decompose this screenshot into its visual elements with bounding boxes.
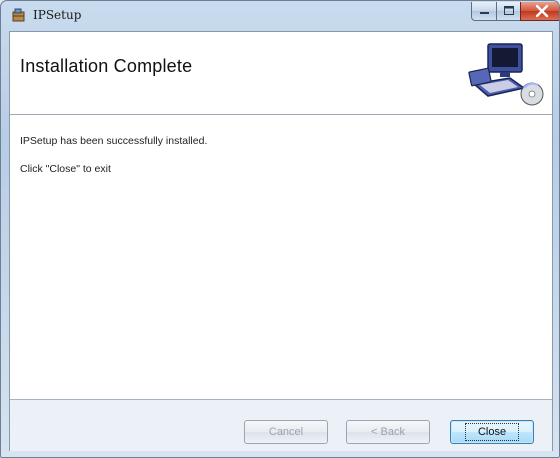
close-icon bbox=[535, 4, 549, 18]
maximize-button[interactable] bbox=[496, 2, 522, 21]
setup-box-icon bbox=[11, 7, 27, 23]
minimize-icon bbox=[480, 12, 489, 14]
button-bar: Cancel < Back Close bbox=[10, 399, 552, 451]
dialog-client-area: Installation Complete IPSetup has been s… bbox=[9, 31, 553, 451]
back-button[interactable]: < Back bbox=[346, 420, 430, 444]
maximize-icon bbox=[504, 6, 514, 15]
close-button-label: Close bbox=[464, 423, 520, 441]
close-window-button[interactable] bbox=[520, 2, 559, 21]
computer-install-icon bbox=[466, 40, 546, 108]
window-title: IPSetup bbox=[33, 8, 82, 22]
title-bar[interactable]: IPSetup bbox=[1, 1, 559, 31]
exit-instruction: Click "Close" to exit bbox=[20, 163, 111, 175]
success-message: IPSetup has been successfully installed. bbox=[20, 135, 208, 147]
page-title: Installation Complete bbox=[20, 56, 193, 76]
installer-window: IPSetup Installation Complete IPSetup ha… bbox=[0, 0, 560, 458]
header-banner: Installation Complete bbox=[10, 32, 552, 115]
cancel-button[interactable]: Cancel bbox=[244, 420, 328, 444]
message-area: IPSetup has been successfully installed.… bbox=[10, 115, 552, 399]
minimize-button[interactable] bbox=[471, 2, 498, 21]
close-button[interactable]: Close bbox=[450, 420, 534, 444]
